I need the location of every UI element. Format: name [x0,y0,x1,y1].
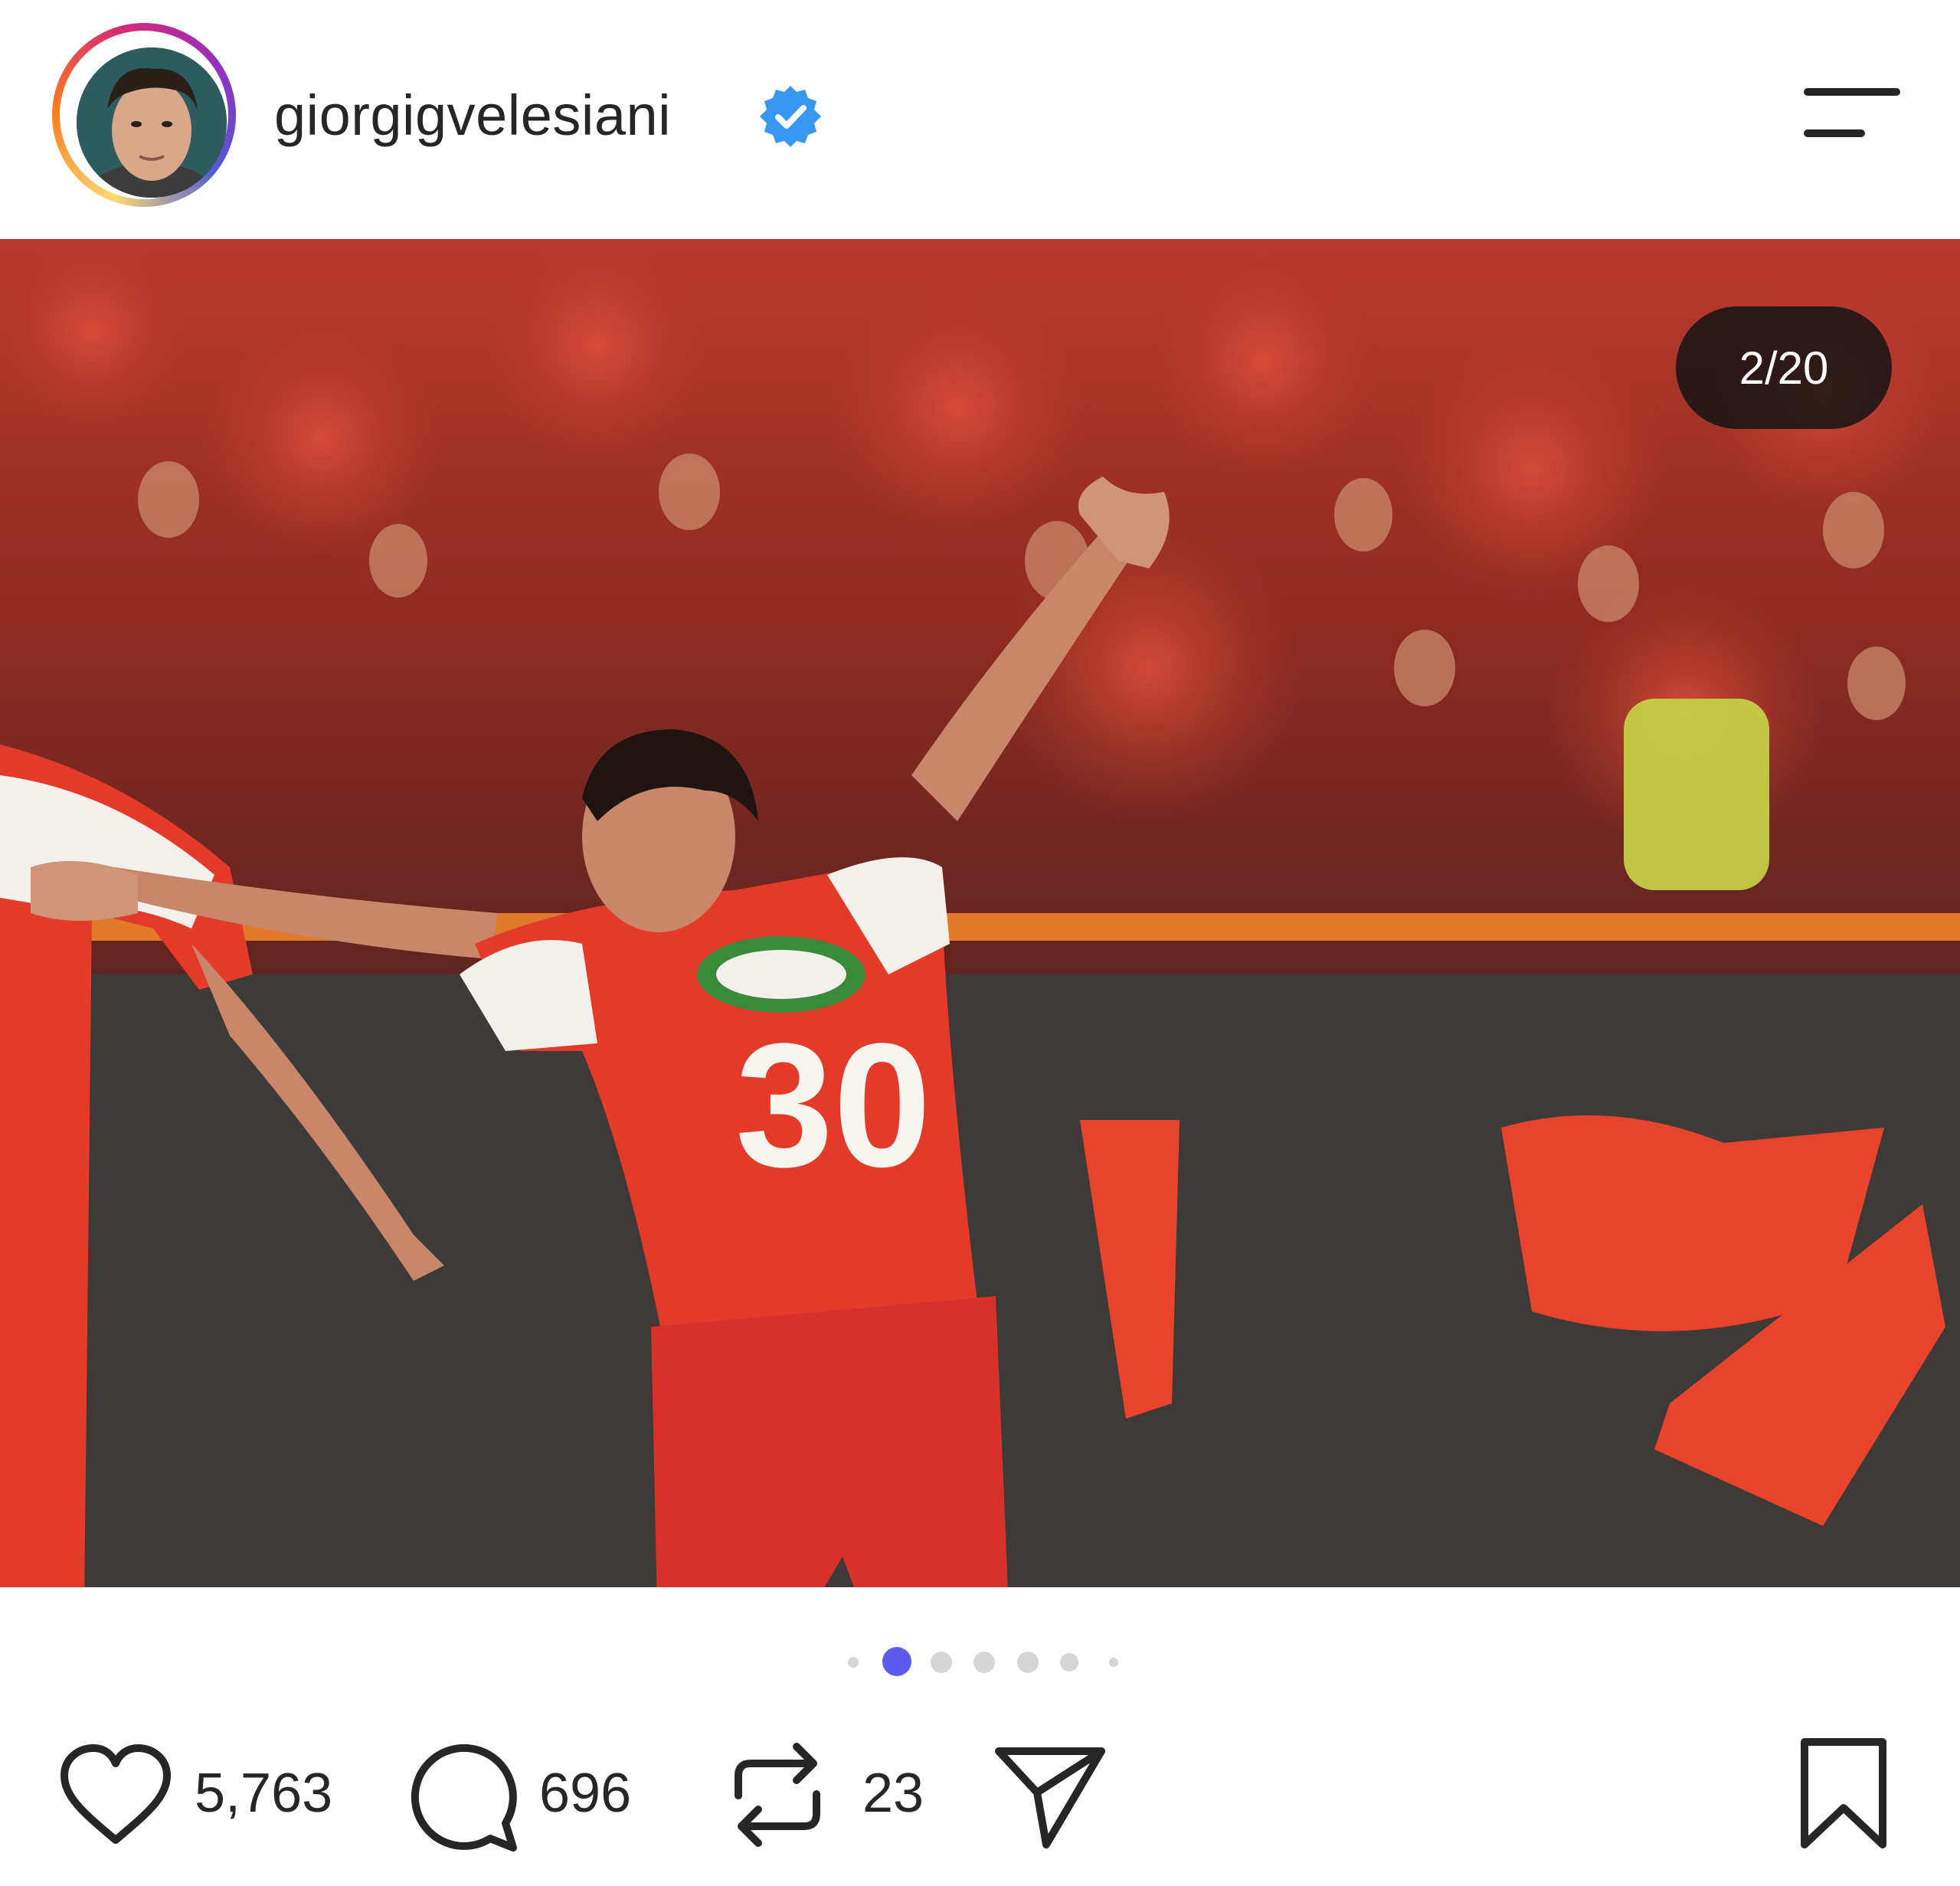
repost-icon[interactable] [728,1737,827,1852]
story-ring[interactable] [52,23,236,207]
carousel-dot [973,1652,995,1673]
menu-icon[interactable] [1800,84,1904,146]
likes-count[interactable]: 5,763 [195,1762,332,1825]
post-photo: 30 [0,239,1960,1587]
carousel-dot-active [882,1647,911,1676]
media-counter: 2/20 [1676,306,1892,429]
verified-badge-icon [760,86,821,147]
carousel-dot [1109,1658,1118,1667]
comment-icon[interactable] [407,1740,522,1855]
avatar-image [77,47,227,198]
comments-count[interactable]: 696 [539,1762,631,1825]
avatar[interactable] [77,47,227,198]
carousel-dot [1060,1653,1078,1672]
carousel-indicator [0,1639,1960,1685]
heart-icon[interactable] [58,1744,173,1851]
post-image[interactable]: 30 [0,239,1960,1587]
bookmark-icon[interactable] [1798,1736,1889,1851]
post-header: giorgigvelesiani [0,0,1960,237]
send-icon[interactable] [993,1744,1108,1851]
reposts-count[interactable]: 23 [862,1762,924,1825]
carousel-dot [931,1652,952,1673]
svg-text:30: 30 [735,1007,931,1203]
carousel-dot [1017,1652,1039,1673]
username[interactable]: giorgigvelesiani [274,83,671,148]
carousel-dot [848,1657,859,1668]
